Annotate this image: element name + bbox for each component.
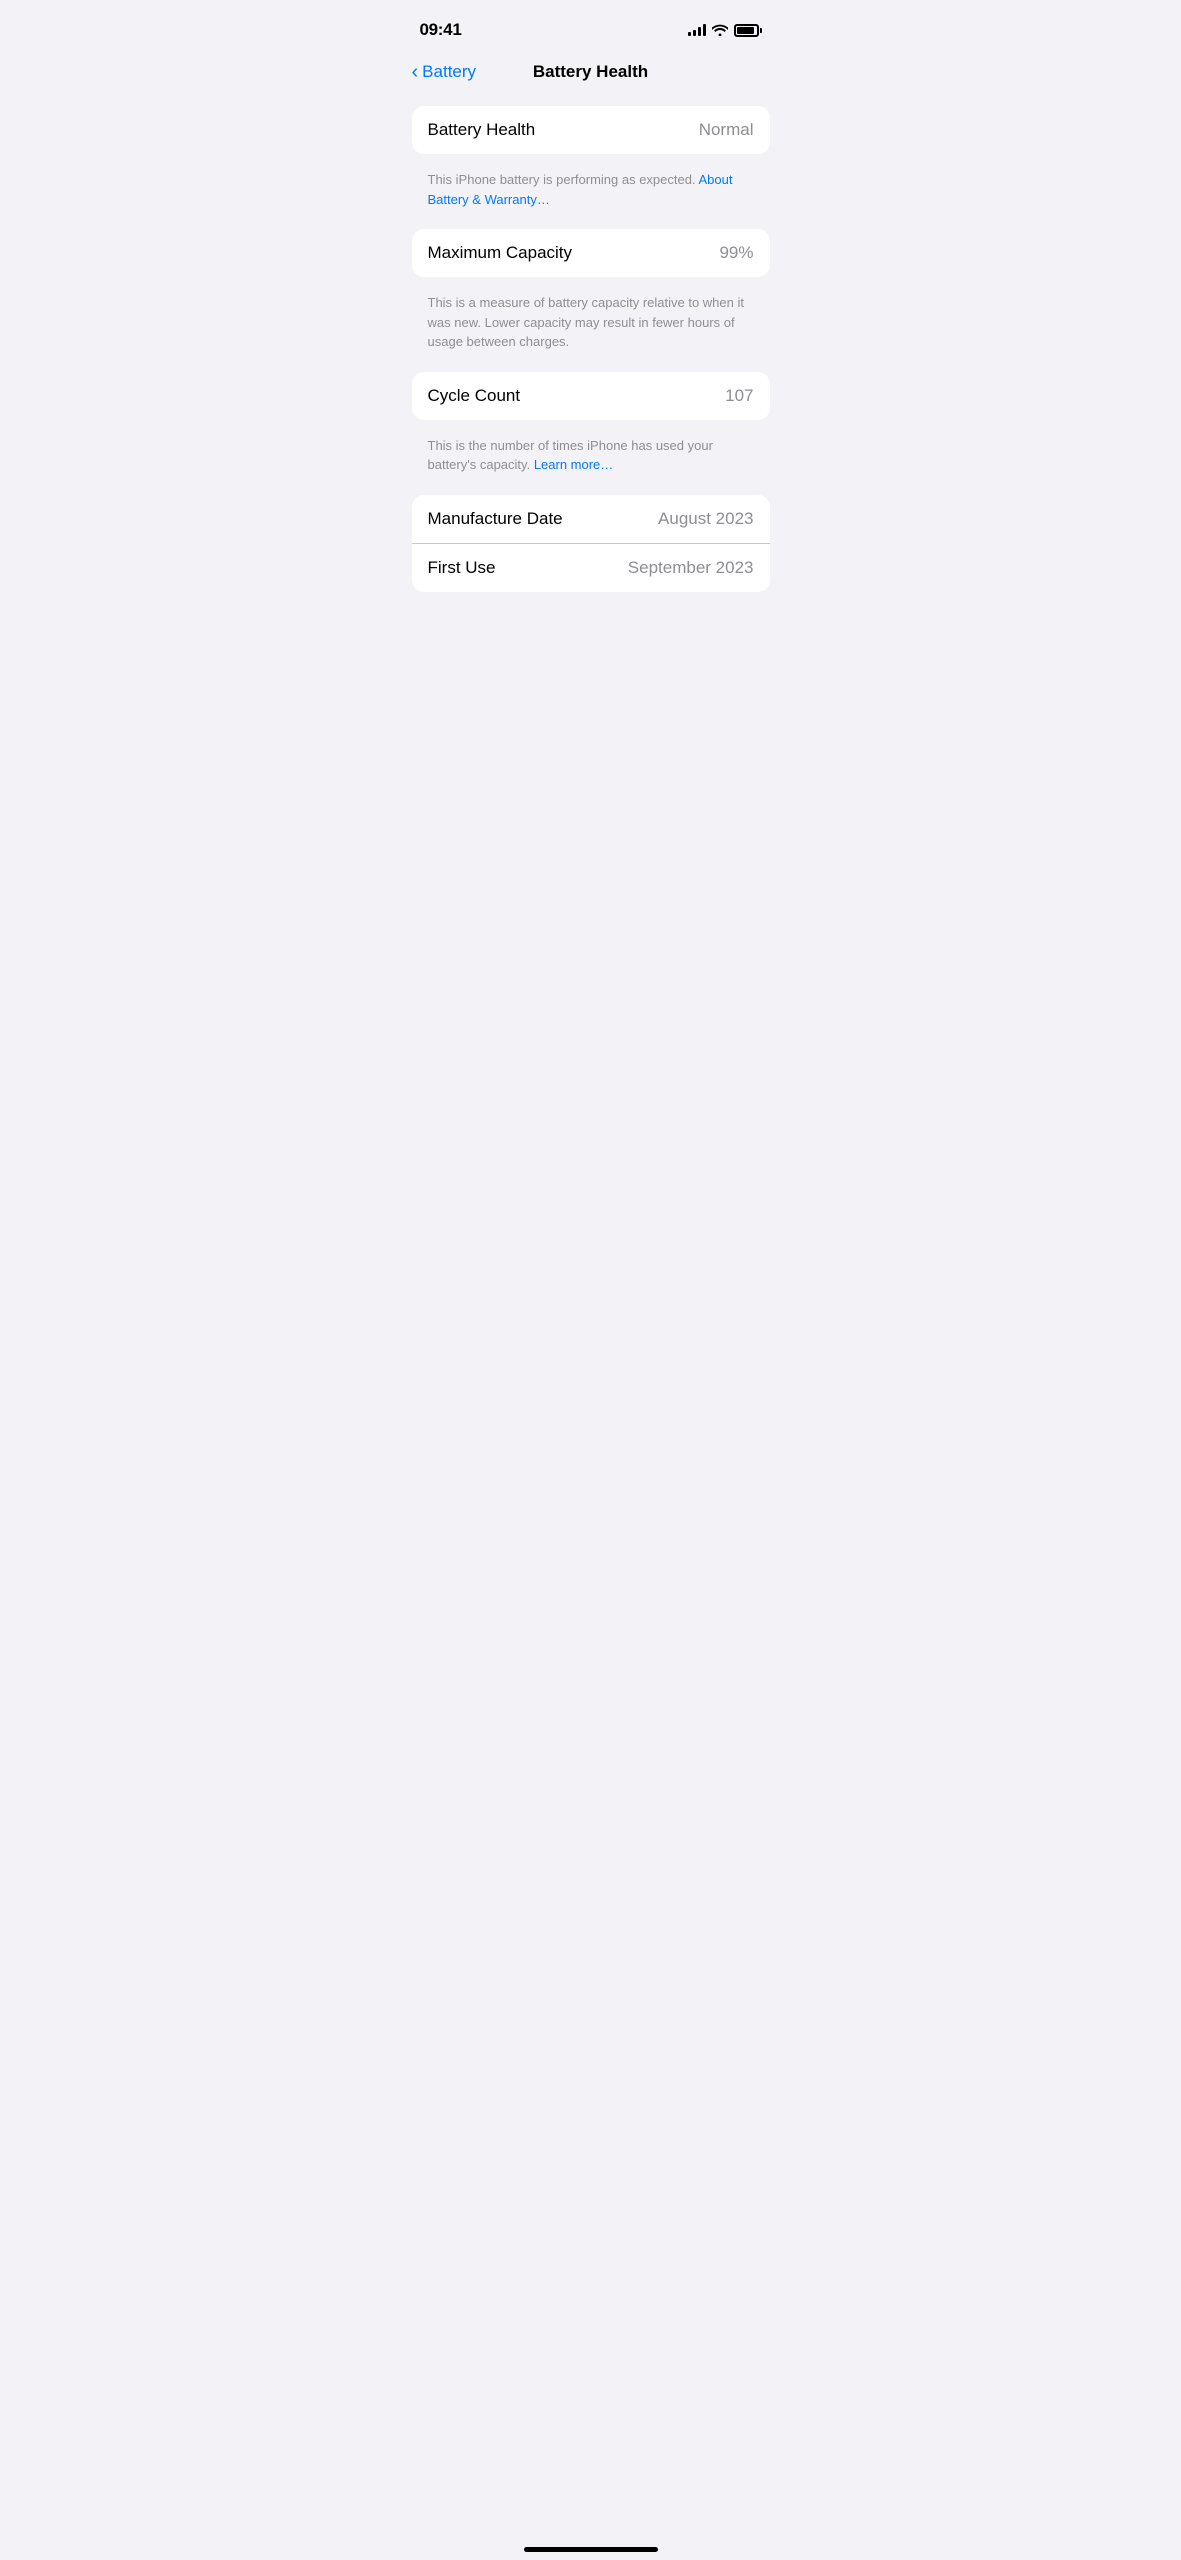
manufacture-date-value: August 2023 bbox=[658, 509, 753, 529]
nav-header: ‹ Battery Battery Health bbox=[396, 54, 786, 98]
cycle-count-learn-more-link[interactable]: Learn more… bbox=[534, 457, 613, 472]
battery-health-row: Battery Health Normal bbox=[412, 106, 770, 154]
cycle-count-value: 107 bbox=[725, 386, 753, 406]
manufacture-date-label: Manufacture Date bbox=[428, 509, 563, 529]
wifi-icon bbox=[712, 24, 728, 36]
first-use-value: September 2023 bbox=[628, 558, 754, 578]
back-chevron-icon: ‹ bbox=[412, 62, 419, 82]
cycle-count-description: This is the number of times iPhone has u… bbox=[412, 428, 770, 495]
home-indicator bbox=[524, 2547, 658, 2552]
first-use-row: First Use September 2023 bbox=[412, 543, 770, 592]
maximum-capacity-value: 99% bbox=[719, 243, 753, 263]
cycle-count-card: Cycle Count 107 bbox=[412, 372, 770, 420]
page-title: Battery Health bbox=[533, 62, 648, 82]
battery-level-icon bbox=[734, 24, 762, 37]
content-area: Battery Health Normal This iPhone batter… bbox=[396, 98, 786, 592]
maximum-capacity-label: Maximum Capacity bbox=[428, 243, 573, 263]
maximum-capacity-card: Maximum Capacity 99% bbox=[412, 229, 770, 277]
signal-icon bbox=[688, 24, 706, 36]
status-bar: 09:41 bbox=[396, 0, 786, 54]
first-use-label: First Use bbox=[428, 558, 496, 578]
cycle-count-row: Cycle Count 107 bbox=[412, 372, 770, 420]
status-icons bbox=[688, 24, 762, 37]
manufacture-date-row: Manufacture Date August 2023 bbox=[412, 495, 770, 543]
maximum-capacity-row: Maximum Capacity 99% bbox=[412, 229, 770, 277]
maximum-capacity-description: This is a measure of battery capacity re… bbox=[412, 285, 770, 372]
dates-card: Manufacture Date August 2023 First Use S… bbox=[412, 495, 770, 592]
status-time: 09:41 bbox=[420, 20, 462, 40]
battery-health-label: Battery Health bbox=[428, 120, 536, 140]
battery-health-card: Battery Health Normal bbox=[412, 106, 770, 154]
battery-health-description: This iPhone battery is performing as exp… bbox=[412, 162, 770, 229]
cycle-count-label: Cycle Count bbox=[428, 386, 521, 406]
back-button[interactable]: ‹ Battery bbox=[412, 62, 477, 82]
battery-health-value: Normal bbox=[699, 120, 754, 140]
back-label: Battery bbox=[422, 62, 476, 82]
